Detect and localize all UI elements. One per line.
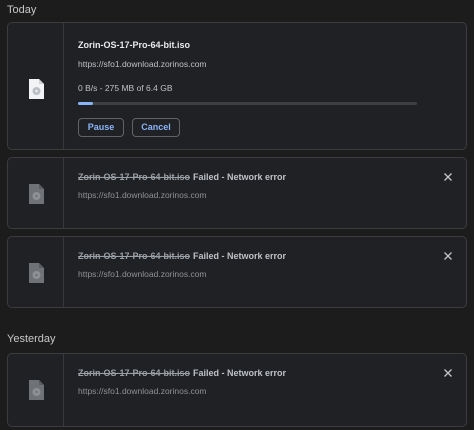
download-filename[interactable]: Zorin-OS-17-Pro-64-bit.iso <box>78 251 190 261</box>
file-icon <box>29 380 44 400</box>
download-filename[interactable]: Zorin-OS-17-Pro-64-bit.iso <box>78 40 190 50</box>
progress-fill <box>78 102 93 105</box>
download-status: Failed - Network error <box>193 172 287 182</box>
download-card-failed: Zorin-OS-17-Pro-64-bit.iso Failed - Netw… <box>7 236 467 308</box>
download-url[interactable]: https://sfo1.download.zorinos.com <box>78 386 207 396</box>
download-card-failed: Zorin-OS-17-Pro-64-bit.iso Failed - Netw… <box>7 157 467 229</box>
close-icon[interactable] <box>443 251 453 261</box>
download-url[interactable]: https://sfo1.download.zorinos.com <box>78 190 207 200</box>
section-yesterday-label: Yesterday <box>7 333 56 345</box>
download-filename[interactable]: Zorin-OS-17-Pro-64-bit.iso <box>78 368 190 378</box>
download-url[interactable]: https://sfo1.download.zorinos.com <box>78 59 207 69</box>
download-card-failed: Zorin-OS-17-Pro-64-bit.iso Failed - Netw… <box>7 353 467 427</box>
file-icon <box>29 79 44 99</box>
close-icon[interactable] <box>443 368 453 378</box>
cancel-button[interactable]: Cancel <box>132 118 180 137</box>
pause-button[interactable]: Pause <box>78 118 124 137</box>
download-status: Failed - Network error <box>193 251 287 261</box>
close-icon[interactable] <box>443 172 453 182</box>
progress-text: 0 B/s - 275 MB of 6.4 GB <box>78 83 173 93</box>
file-icon <box>29 263 44 283</box>
download-status: Failed - Network error <box>193 368 287 378</box>
download-filename[interactable]: Zorin-OS-17-Pro-64-bit.iso <box>78 172 190 182</box>
download-url[interactable]: https://sfo1.download.zorinos.com <box>78 269 207 279</box>
file-icon <box>29 184 44 204</box>
progress-bar <box>78 102 417 105</box>
download-card-active: Zorin-OS-17-Pro-64-bit.iso https://sfo1.… <box>7 22 467 150</box>
section-today-label: Today <box>7 4 37 16</box>
